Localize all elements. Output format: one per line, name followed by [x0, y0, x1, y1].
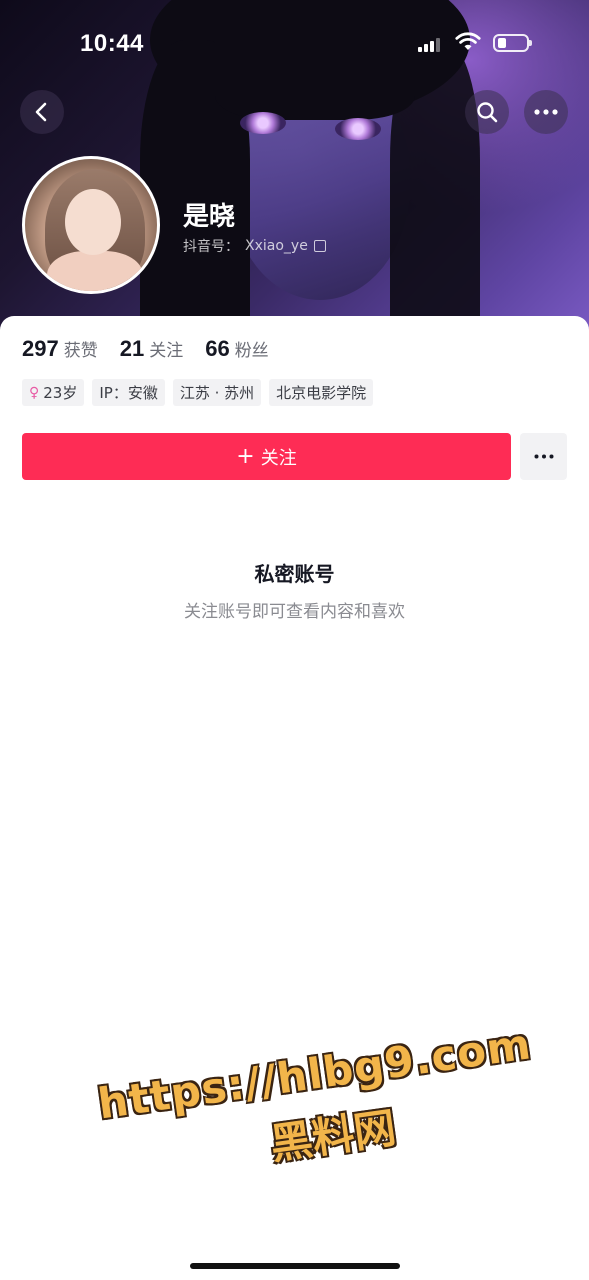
home-indicator[interactable]	[190, 1263, 400, 1269]
status-time: 10:44	[80, 30, 144, 57]
stat-followers-value: 66	[205, 336, 230, 361]
profile-tags: ♀ 23岁 IP：安徽 江苏 · 苏州 北京电影学院	[22, 379, 374, 406]
stats-row: 297 获赞 21 关注 66 粉丝	[22, 336, 269, 362]
status-bar: 10:44	[0, 0, 589, 88]
search-button[interactable]	[465, 90, 509, 134]
douyin-id-label: 抖音号：	[183, 239, 239, 255]
tag-age-label: 23岁	[43, 384, 78, 402]
avatar[interactable]	[22, 156, 160, 294]
follow-label: 关注	[260, 447, 297, 469]
plus-icon: +	[236, 443, 255, 469]
stat-followers-label: 粉丝	[234, 341, 269, 361]
stat-following-value: 21	[119, 336, 145, 361]
stat-following[interactable]: 21 关注	[120, 336, 183, 362]
female-icon: ♀	[29, 384, 40, 401]
tag-location: 江苏 · 苏州	[172, 379, 262, 406]
private-account-title: 私密账号	[254, 562, 335, 586]
copy-icon[interactable]	[313, 240, 326, 252]
more-dots-icon	[534, 109, 558, 115]
banner-eye-left	[240, 112, 286, 134]
battery-icon	[493, 34, 532, 52]
tag-age: ♀ 23岁	[22, 379, 85, 406]
stat-likes-value: 297	[22, 336, 59, 361]
wifi-icon	[455, 32, 481, 50]
douyin-id-row: 抖音号： Xxiao_ye	[183, 236, 326, 256]
profile-name: 是晓	[183, 202, 236, 232]
back-button[interactable]	[20, 90, 64, 134]
follow-button[interactable]: + 关注	[22, 433, 511, 480]
search-icon	[477, 102, 498, 123]
stat-likes[interactable]: 297 获赞	[22, 336, 98, 362]
douyin-id-value: Xxiao_ye	[245, 238, 308, 254]
chevron-left-icon	[35, 102, 47, 122]
stat-followers[interactable]: 66 粉丝	[205, 336, 268, 362]
tag-ip: IP：安徽	[92, 379, 165, 406]
more-options-button[interactable]	[524, 90, 568, 134]
more-dots-icon	[534, 454, 553, 459]
tag-school[interactable]: 北京电影学院	[269, 379, 374, 406]
private-account-subtitle: 关注账号即可查看内容和喜欢	[184, 602, 405, 622]
cell-signal-icon	[418, 38, 442, 52]
stat-following-label: 关注	[149, 341, 184, 361]
banner-eye-right	[335, 118, 381, 140]
stat-likes-label: 获赞	[63, 341, 98, 361]
more-actions-button[interactable]	[520, 433, 567, 480]
